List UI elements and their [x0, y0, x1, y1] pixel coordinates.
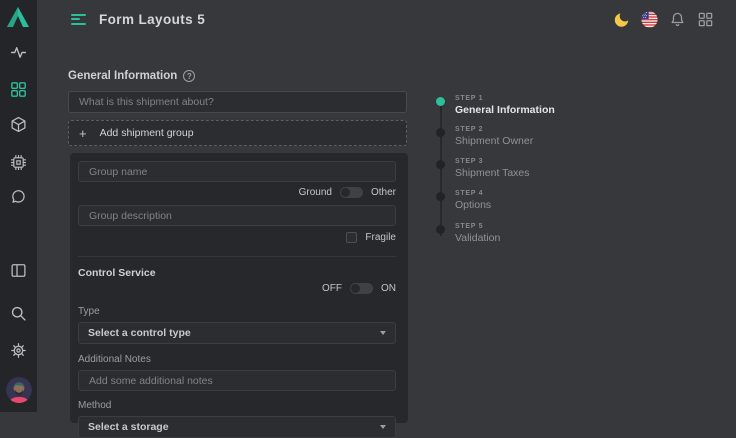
shipment-group-card: Ground Other Fragile Control Service OFF… [70, 153, 408, 423]
menu-hamburger-icon[interactable] [71, 14, 86, 25]
cube-icon[interactable] [10, 116, 27, 133]
grid-icon[interactable] [10, 81, 27, 98]
step-3-shipment-taxes[interactable]: STEP 3 Shipment Taxes [436, 158, 530, 179]
shipment-about-input[interactable] [68, 91, 407, 113]
step-title: Options [455, 199, 491, 211]
step-dot-icon [436, 128, 445, 137]
activity-icon[interactable] [10, 44, 27, 61]
user-avatar[interactable] [6, 377, 32, 403]
group-name-input[interactable] [78, 161, 396, 182]
section-heading-label: General Information [68, 70, 177, 82]
method-label: Method [78, 400, 396, 411]
help-icon[interactable]: ? [183, 70, 195, 82]
theme-moon-icon[interactable] [613, 11, 630, 28]
plus-icon: + [79, 126, 87, 141]
step-label: STEP 2 [455, 126, 533, 133]
step-2-shipment-owner[interactable]: STEP 2 Shipment Owner [436, 126, 533, 147]
card-divider [78, 256, 396, 257]
storage-method-select-value: Select a storage [88, 421, 169, 433]
step-title: Shipment Owner [455, 135, 533, 147]
additional-notes-input[interactable] [78, 370, 396, 391]
control-service-title: Control Service [78, 267, 396, 279]
control-toggle-row: OFF ON [78, 283, 396, 294]
apps-grid-icon[interactable] [697, 11, 714, 28]
fragile-checkbox[interactable] [346, 232, 357, 243]
language-flag-icon[interactable] [641, 11, 658, 28]
page-title: Form Layouts 5 [99, 12, 205, 27]
step-dot-icon [436, 225, 445, 234]
step-dot-icon [436, 192, 445, 201]
storage-method-select[interactable]: Select a storage [78, 416, 396, 438]
chip-icon[interactable] [10, 154, 27, 171]
other-label: Other [371, 187, 396, 198]
step-dot-icon [436, 160, 445, 169]
control-type-select[interactable]: Select a control type [78, 322, 396, 344]
step-title: Validation [455, 232, 500, 244]
add-shipment-group-label: Add shipment group [100, 127, 194, 139]
off-label: OFF [322, 283, 342, 294]
off-on-toggle[interactable] [350, 283, 373, 294]
on-label: ON [381, 283, 396, 294]
header: Form Layouts 5 [37, 0, 736, 38]
step-label: STEP 1 [455, 95, 555, 102]
step-5-validation[interactable]: STEP 5 Validation [436, 223, 500, 244]
ground-label: Ground [299, 187, 332, 198]
type-label: Type [78, 306, 396, 317]
settings-gear-icon[interactable] [10, 342, 27, 359]
ground-other-toggle[interactable] [340, 187, 363, 198]
wizard-stepper: STEP 1 General Information STEP 2 Shipme… [436, 95, 626, 265]
search-icon[interactable] [10, 305, 27, 322]
fragile-label: Fragile [365, 232, 396, 243]
control-type-select-value: Select a control type [88, 327, 191, 339]
step-label: STEP 5 [455, 223, 500, 230]
layout-panel-icon[interactable] [10, 262, 27, 279]
step-title: Shipment Taxes [455, 167, 530, 179]
brand-triangle-logo-icon[interactable] [7, 7, 29, 27]
step-title: General Information [455, 104, 555, 116]
group-description-input[interactable] [78, 205, 396, 226]
transport-toggle-row: Ground Other [78, 187, 396, 198]
fragile-row: Fragile [78, 232, 396, 243]
step-label: STEP 3 [455, 158, 530, 165]
step-label: STEP 4 [455, 190, 491, 197]
step-dot-icon [436, 97, 445, 106]
add-shipment-group-button[interactable]: + Add shipment group [68, 120, 407, 146]
chevron-down-icon [380, 331, 386, 335]
step-4-options[interactable]: STEP 4 Options [436, 190, 491, 211]
step-1-general-information[interactable]: STEP 1 General Information [436, 95, 555, 116]
additional-notes-label: Additional Notes [78, 354, 396, 365]
sidebar [0, 0, 37, 412]
notifications-bell-icon[interactable] [669, 11, 686, 28]
chevron-down-icon [380, 425, 386, 429]
chat-bubble-icon[interactable] [10, 188, 27, 205]
section-heading: General Information ? [68, 70, 195, 82]
